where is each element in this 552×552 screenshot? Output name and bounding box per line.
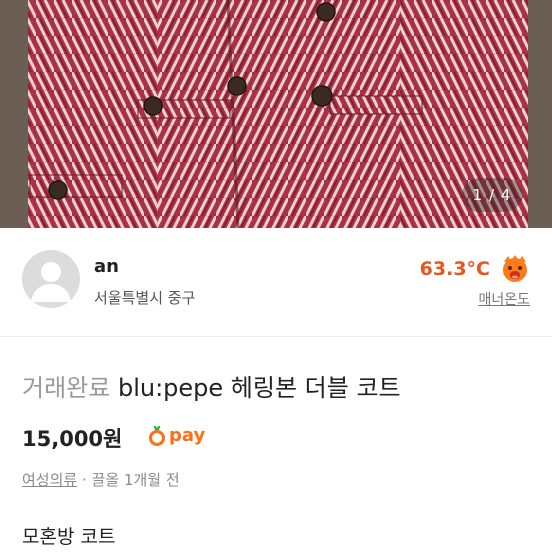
carrot-icon: [149, 425, 165, 446]
default-profile-icon: [31, 262, 71, 302]
bump-time: 끌올 1개월 전: [91, 471, 180, 489]
manner-face-icon: [500, 253, 530, 283]
pay-label: pay: [169, 425, 206, 446]
product-price: 15,000원: [22, 427, 123, 451]
seller-section[interactable]: [0, 228, 552, 337]
seller-location: 서울특별시 중구: [94, 289, 196, 307]
image-counter: 1 / 4: [462, 178, 522, 212]
manner-temperature-link[interactable]: 매너온도: [478, 289, 530, 309]
trade-status: 거래완료: [22, 374, 111, 402]
seller-name[interactable]: an: [94, 256, 119, 277]
product-photo[interactable]: 1 / 4: [0, 0, 552, 228]
product-meta: 여성의류 · 끌올 1개월 전: [22, 469, 180, 490]
seller-avatar[interactable]: [22, 250, 80, 308]
category-link[interactable]: 여성의류: [22, 471, 77, 489]
carrot-pay-badge: pay: [148, 425, 205, 446]
product-title: 거래완료 blu:pepe 헤링본 더블 코트: [22, 368, 401, 403]
manner-temperature: 63.3°C: [419, 258, 490, 280]
meta-separator: ·: [81, 471, 87, 489]
product-name: blu:pepe 헤링본 더블 코트: [117, 374, 401, 402]
product-description: 모혼방 코트: [22, 526, 116, 548]
